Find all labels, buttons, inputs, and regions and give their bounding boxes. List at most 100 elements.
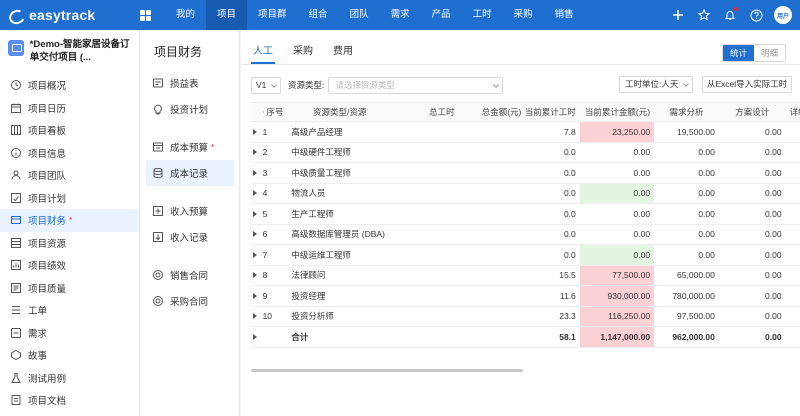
nav-item-2[interactable]: 项目群 xyxy=(247,0,298,30)
row-requirement-analysis: 0.00 xyxy=(698,167,715,178)
caret-right-icon xyxy=(252,169,257,176)
table-row[interactable]: 10 投资分析师 23.3 116,250.00 97,500.00 0.00 xyxy=(251,306,800,327)
sidebar-item-test[interactable]: 测试用例 xyxy=(0,367,139,390)
table-row[interactable]: 6 高级数据库管理员 (DBA) 0.0 0.00 0.00 0.00 xyxy=(251,225,800,245)
row-resource-name: 生产工程师 xyxy=(291,208,334,219)
row-resource-name: 中级质量工程师 xyxy=(291,167,351,178)
subnav-item-database[interactable]: 成本记录 xyxy=(146,160,234,186)
version-select[interactable]: V1 xyxy=(251,76,281,94)
sidebar-item-ticket[interactable]: 工单 xyxy=(0,299,139,322)
stat-button[interactable]: 统计 xyxy=(722,45,754,61)
tab-0[interactable]: 人工 xyxy=(251,42,275,64)
nav-item-7[interactable]: 工时 xyxy=(462,0,503,30)
sidebar-item-board[interactable]: 项目看板 xyxy=(0,119,139,142)
project-header[interactable]: *Demo-智能家居设备订单交付项目 (... xyxy=(0,30,139,74)
expand-toggle[interactable] xyxy=(251,266,259,286)
calendar-icon xyxy=(10,102,22,114)
expand-toggle[interactable] xyxy=(251,327,259,347)
table-row[interactable]: 9 投资经理 11.6 930,000.00 780,000.00 0.00 xyxy=(251,286,800,307)
row-total-hours xyxy=(392,225,459,245)
detail-button[interactable]: 明细 xyxy=(753,45,785,61)
unit-select[interactable]: 工时单位:人天 xyxy=(619,76,693,93)
subnav-item-pl[interactable]: 损益表 xyxy=(146,70,234,96)
bell-icon[interactable] xyxy=(722,7,738,23)
app-logo[interactable]: easytrack xyxy=(0,7,140,23)
nav-item-0[interactable]: 我的 xyxy=(165,0,206,30)
horizontal-scrollbar[interactable] xyxy=(251,369,523,372)
sidebar-item-calendar[interactable]: 项目日历 xyxy=(0,97,139,120)
table-row[interactable]: 4 物流人员 0.0 0.00 0.00 0.00 xyxy=(251,183,800,204)
col-no[interactable]: 序号 xyxy=(259,103,288,121)
row-current-hours: 0.0 xyxy=(563,188,576,199)
subnav-item-sales-contract[interactable]: 销售合同 xyxy=(146,262,234,288)
nav-item-3[interactable]: 组合 xyxy=(298,0,339,30)
tab-2[interactable]: 费用 xyxy=(331,42,355,64)
row-total-hours xyxy=(392,245,459,265)
subnav-item-income-budget[interactable]: 收入预算 xyxy=(146,198,234,224)
expand-toggle[interactable] xyxy=(251,122,259,142)
row-current-amount: 0.00 xyxy=(633,147,651,158)
expand-toggle[interactable] xyxy=(251,143,259,163)
nav-item-5[interactable]: 需求 xyxy=(380,0,421,30)
row-solution-design: 0.00 xyxy=(765,270,782,281)
table-row[interactable]: 8 法律顾问 15.5 77,500.00 65,000.00 0.00 xyxy=(251,265,800,286)
expand-toggle[interactable] xyxy=(251,204,259,224)
table-row[interactable]: 7 中级运维工程师 0.0 0.00 0.00 0.00 xyxy=(251,245,800,266)
subnav-spacer xyxy=(140,122,239,134)
subnav-spacer xyxy=(140,186,239,198)
row-total-hours xyxy=(392,122,459,142)
sidebar-item-plan[interactable]: 项目计划 xyxy=(0,187,139,210)
clock-icon xyxy=(10,79,22,91)
expand-toggle[interactable] xyxy=(251,307,259,327)
sidebar-item-resource[interactable]: 项目资源 xyxy=(0,232,139,255)
sidebar-item-team[interactable]: 项目团队 xyxy=(0,164,139,187)
subnav-item-bulb[interactable]: 投资计划 xyxy=(146,96,234,122)
sidebar-item-info[interactable]: 项目信息 xyxy=(0,142,139,165)
nav-item-4[interactable]: 团队 xyxy=(339,0,380,30)
row-resource-name: 投资分析师 xyxy=(291,311,334,322)
subnav-item-income-record[interactable]: 收入记录 xyxy=(146,224,234,250)
row-solution-design: 0.00 xyxy=(765,188,782,199)
import-excel-button[interactable]: 从Excel导入实际工时 xyxy=(702,76,792,93)
sidebar-item-story[interactable]: 故事 xyxy=(0,344,139,367)
sidebar-item-finance[interactable]: 项目财务 * xyxy=(0,209,139,232)
expand-toggle[interactable] xyxy=(251,163,259,183)
subnav-item-budget[interactable]: 成本预算 * xyxy=(146,134,234,160)
sidebar-item-label: 工单 xyxy=(28,306,48,318)
table-row[interactable]: 1 高级产品经理 7.8 23,250.00 19,500.00 0.00 xyxy=(251,122,800,143)
expand-toggle[interactable] xyxy=(251,245,259,265)
nav-item-8[interactable]: 采购 xyxy=(503,0,544,30)
col-no-label: 序号 xyxy=(266,107,284,117)
avatar[interactable]: 用户 xyxy=(774,6,792,24)
resource-type-select[interactable]: 请选择资源类型 xyxy=(328,76,504,94)
chevron-down-icon xyxy=(493,81,500,88)
total-label: 合计 xyxy=(291,331,309,342)
sidebar-item-document[interactable]: 项目文档 xyxy=(0,389,139,412)
subnav-item-label: 收入预算 xyxy=(170,207,209,218)
star-icon[interactable] xyxy=(696,7,712,23)
apps-grid-icon[interactable] xyxy=(140,9,151,21)
table-row[interactable]: 5 生产工程师 0.0 0.00 0.00 0.00 xyxy=(251,204,800,225)
row-requirement-analysis: 0.00 xyxy=(698,229,715,240)
expand-toggle[interactable] xyxy=(251,225,259,245)
table-row[interactable]: 3 中级质量工程师 0.0 0.00 0.00 0.00 xyxy=(251,163,800,184)
row-total-hours xyxy=(392,163,459,183)
sidebar-item-performance[interactable]: 项目绩效 xyxy=(0,254,139,277)
sidebar-item-requirement[interactable]: 需求 xyxy=(0,322,139,345)
expand-toggle[interactable] xyxy=(251,286,259,306)
table-row[interactable]: 2 中级硬件工程师 0.0 0.00 0.00 0.00 xyxy=(251,143,800,163)
project-sidebar: *Demo-智能家居设备订单交付项目 (... 项目概况 项目日历 项目看板 项目信息… xyxy=(0,30,140,416)
nav-item-6[interactable]: 产品 xyxy=(421,0,462,30)
sidebar-item-quality[interactable]: 项目质量 xyxy=(0,277,139,300)
nav-item-1[interactable]: 项目 xyxy=(206,0,248,30)
expand-toggle[interactable] xyxy=(251,184,259,204)
help-icon[interactable] xyxy=(748,7,764,23)
add-icon[interactable] xyxy=(670,7,686,23)
row-resource-name: 中级运维工程师 xyxy=(291,249,351,260)
subnav-item-purchase-contract[interactable]: 采购合同 xyxy=(146,288,234,314)
row-total-amount xyxy=(459,307,526,327)
sidebar-item-clock[interactable]: 项目概况 xyxy=(0,74,139,97)
income-record-icon xyxy=(152,231,164,243)
nav-item-9[interactable]: 销售 xyxy=(544,0,585,30)
tab-1[interactable]: 采购 xyxy=(291,42,315,64)
